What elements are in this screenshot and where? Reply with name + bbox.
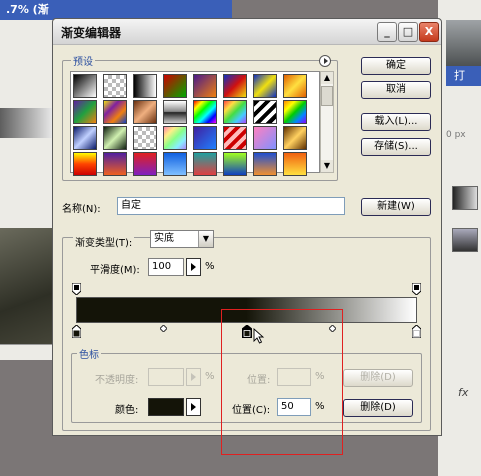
color-delete-button[interactable]: 删除(D) xyxy=(343,399,413,417)
opacity-unit: % xyxy=(205,371,215,382)
smoothness-label: 平滑度(M): xyxy=(90,265,140,276)
preset-swatch-black-white[interactable] xyxy=(133,74,157,98)
preset-swatch-foreground-to-background[interactable] xyxy=(73,74,97,98)
preset-swatch-copper[interactable] xyxy=(133,100,157,124)
background-fx-label: fx xyxy=(458,386,469,399)
color-stop-left-icon[interactable] xyxy=(71,324,82,339)
gradient-editor-dialog: 渐变编辑器 _ □ X 预设 ▲ ▼ 确定 取消 载入(L)... 存储(S).… xyxy=(52,18,442,455)
opacity-slider-button[interactable] xyxy=(186,368,201,386)
preset-swatch-yellow-violet-orange-blue[interactable] xyxy=(103,100,127,124)
preset-swatch-spectrum[interactable] xyxy=(193,100,217,124)
name-input[interactable]: 自定 xyxy=(117,197,345,215)
color-swatch[interactable] xyxy=(148,398,184,416)
scrollbar-thumb[interactable] xyxy=(321,86,333,106)
preset-swatch-green-metal[interactable] xyxy=(103,126,127,150)
preset-swatch-orange-yellow[interactable] xyxy=(283,152,307,176)
presets-menu-icon[interactable] xyxy=(319,55,331,67)
preset-swatch-yellow-red[interactable] xyxy=(73,152,97,176)
background-photo xyxy=(0,228,56,348)
opacity-stop-right-icon[interactable] xyxy=(411,282,422,296)
preset-swatch-transparent-rainbow[interactable] xyxy=(223,100,247,124)
preset-swatch-pink-blue[interactable] xyxy=(253,126,277,150)
preset-swatch-violet-blue[interactable] xyxy=(193,126,217,150)
dialog-title: 渐变编辑器 xyxy=(61,26,122,40)
maximize-button[interactable]: □ xyxy=(398,22,418,42)
color-stop-right-icon[interactable] xyxy=(411,324,422,339)
preset-swatch-checker[interactable] xyxy=(133,126,157,150)
preset-swatch-violet-green-orange[interactable] xyxy=(73,100,97,124)
background-layer-thumbnail[interactable] xyxy=(452,228,478,252)
preset-swatch-blue-red-yellow[interactable] xyxy=(223,74,247,98)
preset-swatch-foreground-to-transparent[interactable] xyxy=(103,74,127,98)
opacity-delete-button[interactable]: 删除(D) xyxy=(343,369,413,387)
preset-swatch-blue-yellow-blue[interactable] xyxy=(253,74,277,98)
preset-swatch-teal-red[interactable] xyxy=(193,152,217,176)
cancel-button[interactable]: 取消 xyxy=(361,81,431,99)
smoothness-slider-button[interactable] xyxy=(186,258,201,276)
chevron-down-icon[interactable]: ▼ xyxy=(198,231,213,247)
preset-swatch-pastel-rainbow[interactable] xyxy=(163,126,187,150)
background-right-field: 0 px xyxy=(446,130,466,140)
preset-swatch-red-green[interactable] xyxy=(163,74,187,98)
background-layer-thumbnail[interactable] xyxy=(452,186,478,210)
ok-button[interactable]: 确定 xyxy=(361,57,431,75)
color-label: 颜色: xyxy=(115,405,139,416)
scroll-down-icon[interactable]: ▼ xyxy=(321,160,333,172)
preset-swatch-chrome[interactable] xyxy=(163,100,187,124)
background-document-title: .7% (渐 xyxy=(0,0,232,20)
opacity-label: 不透明度: xyxy=(95,375,139,386)
background-right-panel-title: 打 xyxy=(446,66,481,86)
opacity-stop-left-icon[interactable] xyxy=(71,282,82,296)
midpoint-diamond-icon[interactable] xyxy=(159,324,168,333)
preset-swatch-sky-blue[interactable] xyxy=(163,152,187,176)
smoothness-input[interactable]: 100 xyxy=(148,258,184,276)
background-right-photo xyxy=(446,20,481,66)
background-gradient-preview xyxy=(0,108,56,138)
presets-grid xyxy=(70,71,320,176)
minimize-button[interactable]: _ xyxy=(377,22,397,42)
preset-swatch-red-stripes[interactable] xyxy=(223,126,247,150)
color-menu-button[interactable] xyxy=(186,398,201,416)
presets-label: 预设 xyxy=(71,53,95,68)
preset-swatch-red-violet[interactable] xyxy=(133,152,157,176)
preset-swatch-blue-metal[interactable] xyxy=(73,126,97,150)
preset-swatch-orange-yellow-orange[interactable] xyxy=(283,74,307,98)
name-label: 名称(N): xyxy=(62,204,101,215)
save-button[interactable]: 存储(S)... xyxy=(361,138,431,156)
preset-swatch-transparent-stripes[interactable] xyxy=(253,100,277,124)
stops-label: 色标 xyxy=(77,346,101,361)
preset-swatch-purple-orange[interactable] xyxy=(103,152,127,176)
preset-swatch-lime-blue[interactable] xyxy=(223,152,247,176)
preset-swatch-violet-orange[interactable] xyxy=(193,74,217,98)
highlight-box xyxy=(221,309,343,455)
new-button[interactable]: 新建(W) xyxy=(361,198,431,216)
dialog-title-bar[interactable]: 渐变编辑器 _ □ X xyxy=(53,19,441,45)
load-button[interactable]: 载入(L)... xyxy=(361,113,431,131)
preset-swatch-blue-orange[interactable] xyxy=(253,152,277,176)
background-scrollbar[interactable] xyxy=(0,344,56,356)
gradient-type-label: 渐变类型(T): xyxy=(73,234,135,249)
smoothness-unit: % xyxy=(205,261,215,272)
opacity-input[interactable] xyxy=(148,368,184,386)
close-button[interactable]: X xyxy=(419,22,439,42)
gradient-type-value: 实底 xyxy=(154,233,174,244)
preset-swatch-rainbow-2[interactable] xyxy=(283,100,307,124)
preset-swatch-gold[interactable] xyxy=(283,126,307,150)
scroll-up-icon[interactable]: ▲ xyxy=(321,72,333,84)
